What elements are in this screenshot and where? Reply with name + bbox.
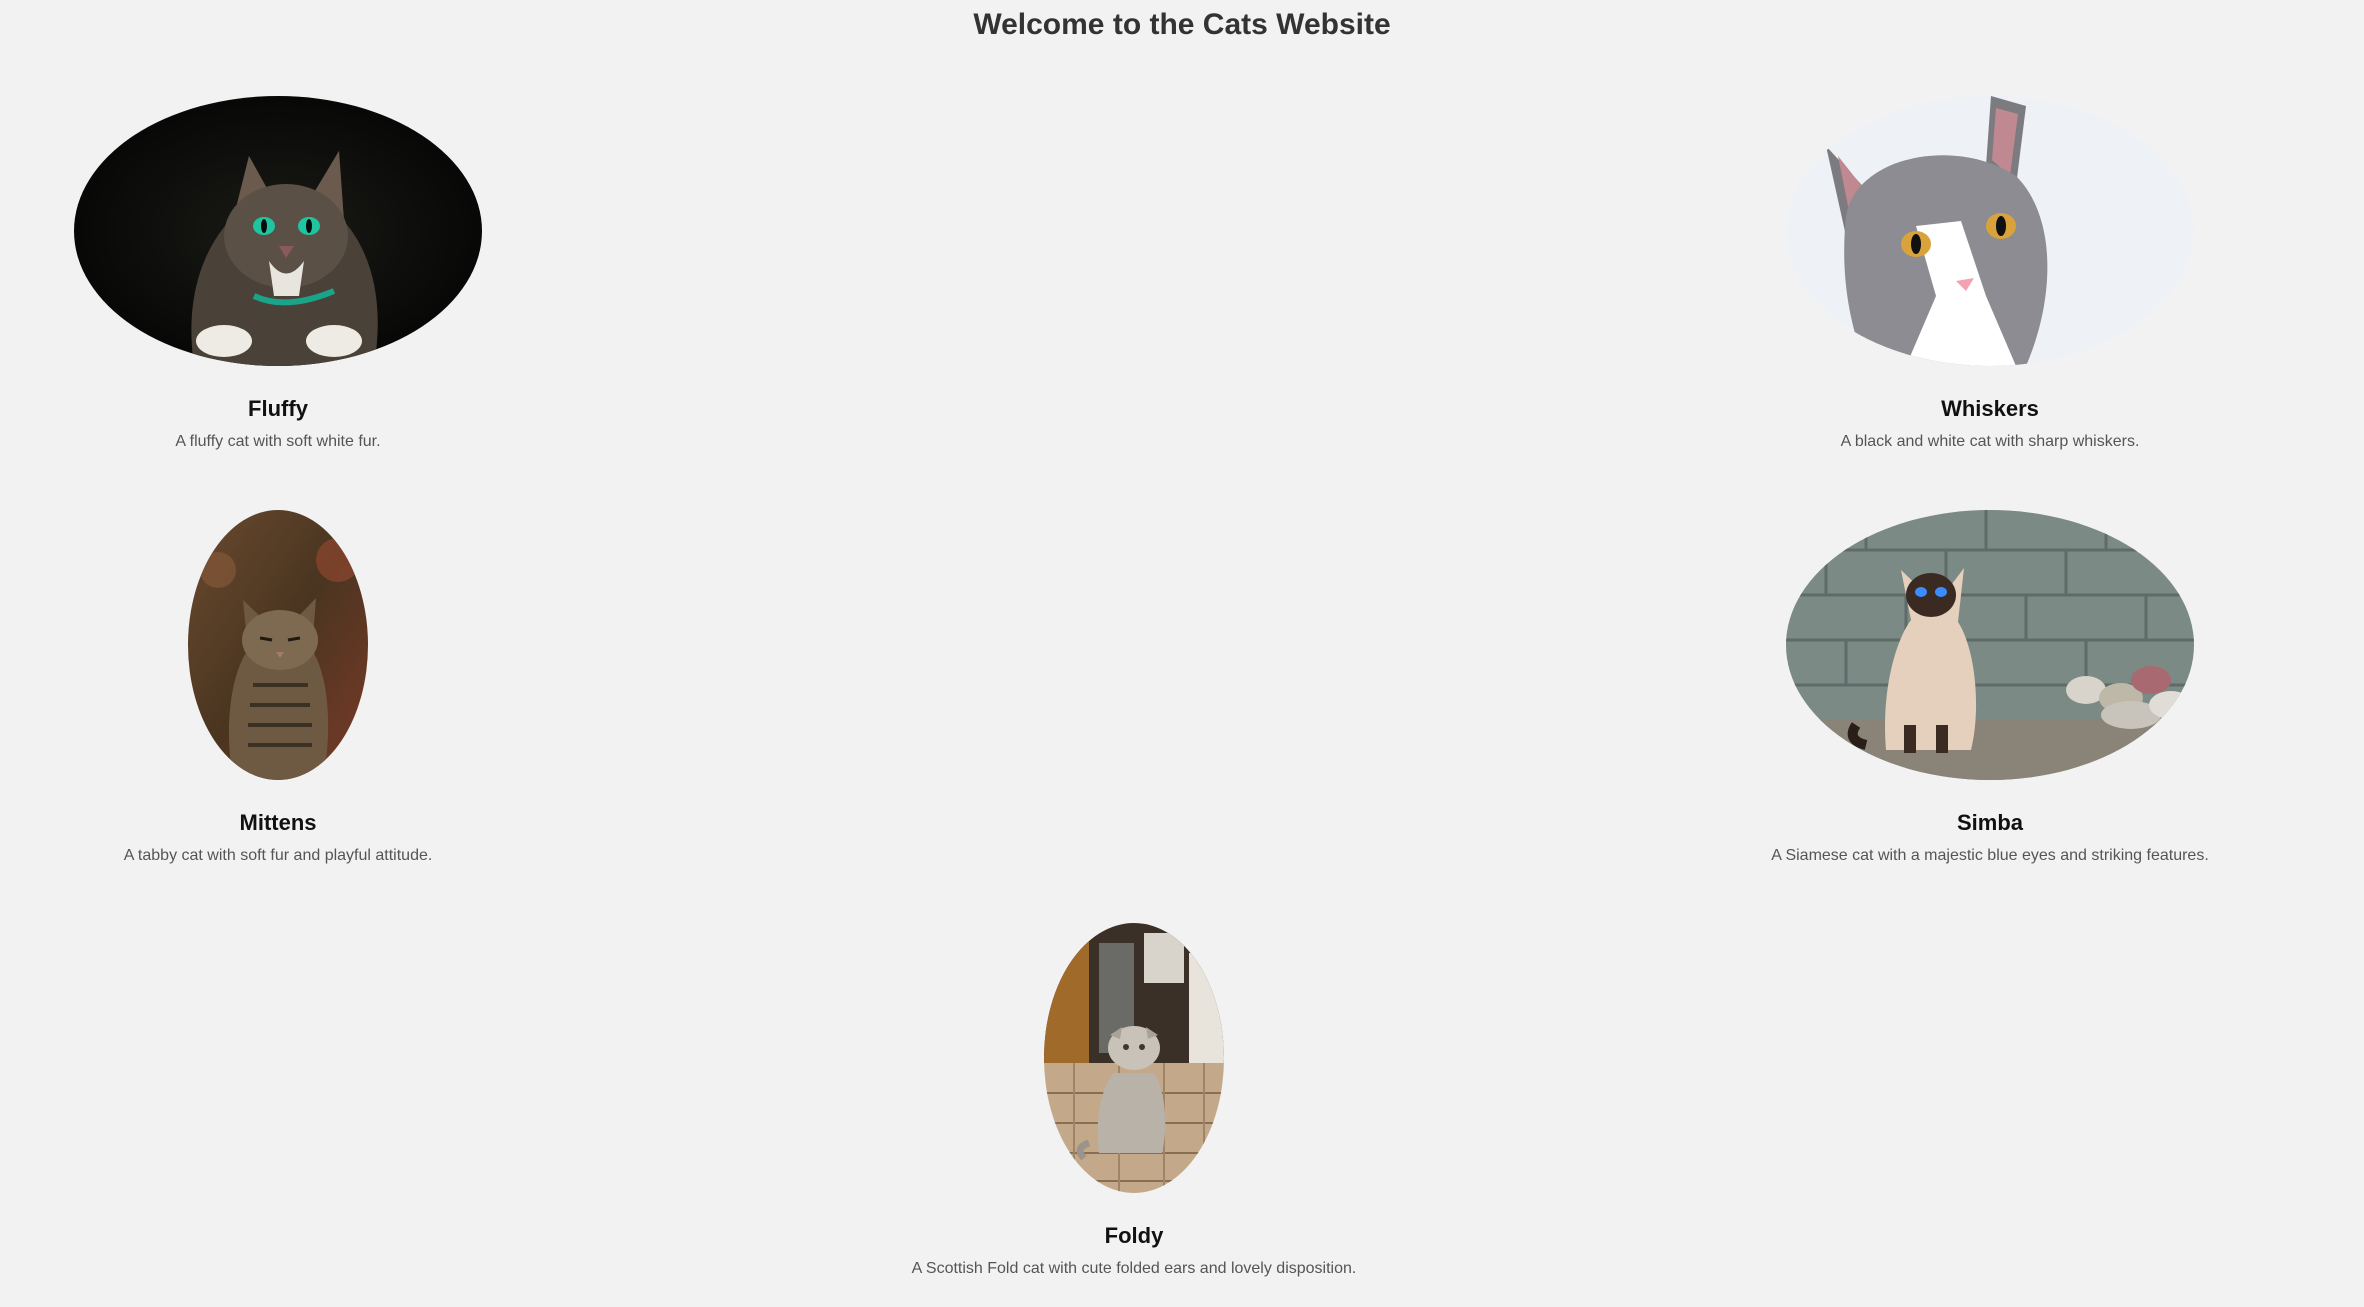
tabby-cat-dark-icon (74, 96, 482, 366)
cat-card-fluffy: Fluffy A fluffy cat with soft white fur. (58, 96, 498, 452)
cat-name-mittens: Mittens (239, 810, 317, 835)
page: Welcome to the Cats Website Fluffy A flu… (0, 0, 2364, 1307)
cat-name-fluffy: Fluffy (248, 396, 308, 421)
cat-name-simba: Simba (1956, 810, 2024, 835)
cat-description-mittens: A tabby cat with soft fur and playful at… (123, 847, 433, 864)
cat-description-foldy: A Scottish Fold cat with cute folded ear… (911, 1260, 1357, 1277)
cat-card-foldy: Foldy A Scottish Fold cat with cute fold… (834, 923, 1434, 1279)
cat-description-fluffy: A fluffy cat with soft white fur. (175, 433, 381, 450)
cat-name-foldy: Foldy (1104, 1223, 1164, 1248)
cat-card-simba: Simba A Siamese cat with a majestic blue… (1730, 510, 2250, 866)
cat-name-whiskers: Whiskers (1941, 396, 2039, 421)
scottish-fold-cat-icon (1044, 923, 1224, 1193)
page-title: Welcome to the Cats Website (973, 8, 1391, 41)
cat-photo-fluffy (74, 96, 482, 366)
cat-card-whiskers: Whiskers A black and white cat with shar… (1770, 96, 2210, 452)
cat-photo-whiskers (1786, 96, 2194, 366)
gray-white-cat-icon (1786, 96, 2194, 366)
cat-photo-foldy (1044, 923, 1224, 1193)
cat-description-whiskers: A black and white cat with sharp whisker… (1840, 433, 2140, 450)
cat-card-mittens: Mittens A tabby cat with soft fur and pl… (58, 510, 498, 866)
cat-photo-mittens (188, 510, 368, 780)
siamese-cat-icon (1786, 510, 2194, 780)
tabby-cat-sitting-icon (188, 510, 368, 780)
cat-description-simba: A Siamese cat with a majestic blue eyes … (1771, 847, 2209, 864)
cat-photo-simba (1786, 510, 2194, 780)
